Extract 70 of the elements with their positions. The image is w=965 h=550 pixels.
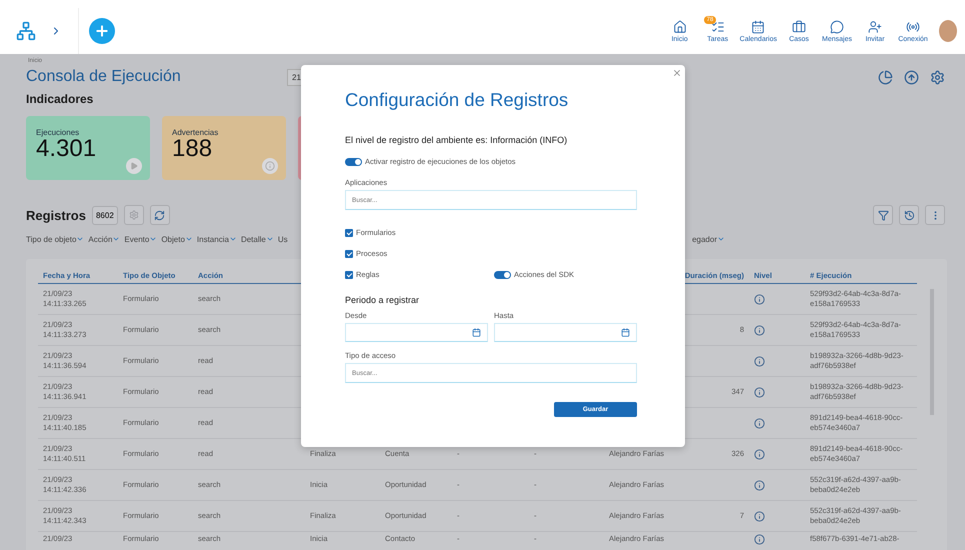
avatar[interactable]	[939, 20, 957, 42]
info-icon	[754, 418, 765, 428]
logo-icon	[16, 21, 36, 41]
record-count: 8602	[92, 206, 118, 224]
play-icon	[126, 158, 142, 174]
home-icon	[672, 20, 687, 34]
calendar-icon	[751, 20, 766, 34]
page-title: Consola de Ejecución	[26, 68, 182, 86]
filter-dropdown[interactable]: Instancia	[196, 234, 237, 244]
card-value: 188	[172, 137, 212, 161]
history-button[interactable]	[899, 205, 919, 225]
filter-dropdown[interactable]: Detalle	[240, 234, 274, 244]
pie-chart-icon	[878, 70, 892, 84]
checkbox[interactable]	[345, 270, 353, 278]
add-button[interactable]	[89, 18, 115, 44]
signal-icon	[906, 20, 920, 34]
card-value: 4.301	[36, 137, 98, 161]
card-label: Advertencias	[172, 128, 220, 137]
indicator-card[interactable]: Ejecuciones 4.301	[26, 116, 150, 180]
section-title: Indicadores	[26, 92, 94, 106]
calendar-icon	[621, 328, 630, 337]
caret-icon	[184, 235, 193, 243]
info-icon	[754, 356, 765, 366]
arrow-up-circle-icon	[904, 70, 918, 84]
refresh-button[interactable]	[150, 205, 170, 225]
filter-dropdown[interactable]: Us	[278, 234, 288, 244]
briefcase-icon	[792, 20, 806, 34]
info-icon	[262, 158, 278, 174]
caret-icon	[112, 235, 120, 243]
caret-icon	[717, 235, 725, 243]
settings-icon	[930, 70, 944, 84]
card-label: Ejecuciones	[36, 128, 80, 137]
filter-icon	[878, 210, 888, 220]
toggle-switch[interactable]	[494, 270, 511, 278]
date-field[interactable]	[345, 323, 488, 342]
calendar-icon	[472, 328, 481, 337]
section-title: Periodo a registrar	[345, 295, 420, 305]
filter-button[interactable]	[873, 205, 893, 225]
info-icon	[754, 324, 765, 336]
log-level-text: El nivel de registro del ambiente es: Información (INFO)	[345, 135, 568, 145]
filter-dropdown[interactable]: Tipo de objeto	[26, 234, 84, 244]
info-icon	[754, 386, 765, 398]
history-icon	[904, 210, 914, 220]
checklist-icon	[710, 20, 725, 34]
filter-dropdown[interactable]: egador	[692, 234, 725, 244]
caret-icon	[228, 235, 237, 243]
info-icon	[754, 294, 765, 304]
close-button[interactable]	[672, 68, 682, 78]
caret-icon	[266, 235, 274, 243]
gear-icon	[128, 210, 139, 220]
toggle-switch[interactable]	[345, 158, 362, 166]
plus-icon	[94, 23, 110, 39]
filter-dropdown[interactable]: Evento	[124, 234, 158, 244]
user-plus-icon	[868, 20, 882, 34]
caret-icon	[149, 235, 158, 243]
section-title: Registros	[26, 208, 86, 222]
indicator-card[interactable]: Advertencias 188	[162, 116, 286, 180]
caret-icon	[76, 235, 84, 243]
checkbox[interactable]	[345, 228, 353, 236]
chat-bubble-icon	[830, 20, 844, 34]
refresh-icon	[154, 210, 166, 220]
date-field[interactable]	[494, 323, 637, 342]
info-icon	[754, 510, 765, 522]
checkbox[interactable]	[345, 250, 353, 258]
info-icon	[754, 480, 765, 490]
dialog-title: Configuración de Registros	[345, 89, 570, 111]
filter-dropdown[interactable]: Objeto	[161, 234, 193, 244]
info-icon	[754, 448, 765, 460]
info-icon	[754, 534, 765, 545]
filter-dropdown[interactable]: Acción	[88, 234, 120, 244]
